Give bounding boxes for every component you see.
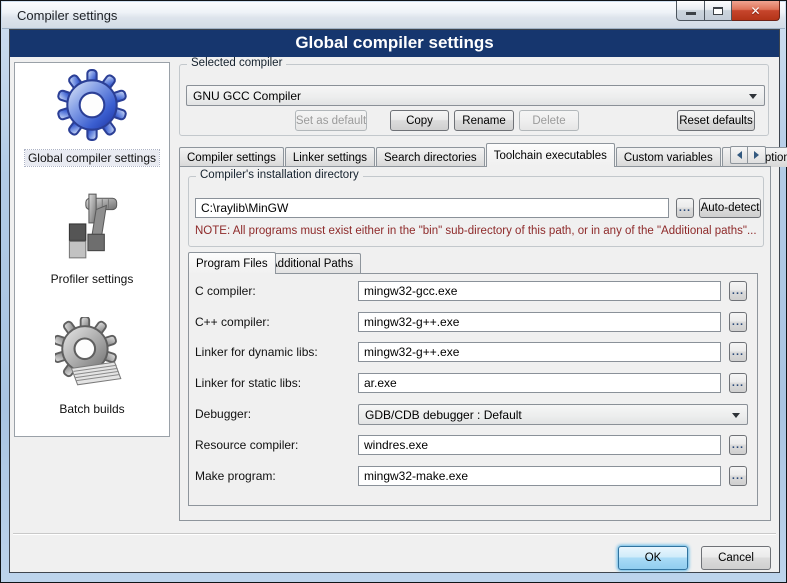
window-title: Compiler settings	[17, 8, 117, 23]
static-linker-input[interactable]	[358, 373, 721, 393]
debugger-select[interactable]: GDB/CDB debugger : Default	[358, 404, 748, 425]
title-bar: Compiler settings	[2, 2, 785, 29]
ok-button[interactable]: OK	[618, 546, 688, 570]
tab-compiler-settings[interactable]: Compiler settings	[179, 147, 284, 167]
sidebar-item-batch-builds[interactable]: Batch builds	[15, 317, 169, 417]
tab-custom-variables[interactable]: Custom variables	[616, 147, 721, 167]
page-title: Global compiler settings	[10, 30, 779, 57]
toolchain-executables-page: Compiler's installation directory ... Au…	[179, 166, 771, 521]
window-controls: ✕	[676, 1, 780, 21]
installation-directory-browse-button[interactable]: ...	[676, 198, 694, 218]
static-linker-label: Linker for static libs:	[195, 376, 301, 390]
window: Compiler settings ✕ Global compiler sett…	[0, 0, 787, 583]
blue-gear-icon	[55, 66, 129, 144]
footer-separator	[13, 533, 776, 535]
tab-scroll-control	[730, 146, 766, 164]
debugger-label: Debugger:	[195, 407, 251, 421]
compiler-select-value: GNU GCC Compiler	[193, 89, 301, 103]
installation-directory-note: NOTE: All programs must exist either in …	[195, 225, 757, 237]
reset-defaults-button[interactable]: Reset defaults	[677, 110, 755, 131]
static-linker-browse-button[interactable]: ...	[729, 373, 747, 393]
selected-compiler-group-title: Selected compiler	[187, 57, 286, 69]
sidebar-item-profiler-settings[interactable]: Profiler settings	[15, 187, 169, 287]
close-button[interactable]: ✕	[732, 1, 780, 21]
debugger-select-value: GDB/CDB debugger : Default	[365, 408, 522, 422]
sidebar-item-label: Batch builds	[56, 401, 127, 417]
minimize-icon	[686, 12, 696, 15]
sidebar-item-global-compiler-settings[interactable]: Global compiler settings	[15, 66, 169, 166]
cpp-compiler-browse-button[interactable]: ...	[729, 312, 747, 332]
dynamic-linker-label: Linker for dynamic libs:	[195, 345, 318, 359]
cpp-compiler-input[interactable]	[358, 312, 721, 332]
c-compiler-label: C compiler:	[195, 284, 256, 298]
resource-compiler-browse-button[interactable]: ...	[729, 435, 747, 455]
program-files-page: C compiler: ... C++ compiler: ... Linker…	[188, 273, 758, 506]
maximize-button[interactable]	[705, 1, 732, 21]
maximize-icon	[713, 7, 723, 15]
delete-button: Delete	[519, 110, 579, 131]
installation-directory-input[interactable]	[195, 198, 669, 218]
make-program-browse-button[interactable]: ...	[729, 466, 747, 486]
dynamic-linker-browse-button[interactable]: ...	[729, 342, 747, 362]
settings-category-sidebar: Global compiler settings	[14, 62, 170, 437]
make-program-input[interactable]	[358, 466, 721, 486]
dynamic-linker-input[interactable]	[358, 342, 721, 362]
subtab-additional-paths[interactable]: Additional Paths	[262, 253, 361, 274]
cancel-button[interactable]: Cancel	[701, 546, 771, 570]
set-as-default-button: Set as default	[295, 110, 367, 131]
tab-linker-settings[interactable]: Linker settings	[285, 147, 375, 167]
caliper-icon	[55, 187, 129, 265]
c-compiler-input[interactable]	[358, 281, 721, 301]
cpp-compiler-label: C++ compiler:	[195, 315, 270, 329]
make-program-label: Make program:	[195, 469, 276, 483]
gear-stack-icon	[55, 317, 129, 395]
minimize-button[interactable]	[676, 1, 705, 21]
arrow-left-icon	[737, 151, 742, 159]
chevron-down-icon	[749, 94, 757, 99]
settings-tab-strip: Compiler settings Linker settings Search…	[179, 143, 773, 167]
auto-detect-button[interactable]: Auto-detect	[699, 198, 761, 218]
sidebar-item-label: Global compiler settings	[25, 150, 159, 166]
rename-button[interactable]: Rename	[454, 110, 514, 131]
tab-search-directories[interactable]: Search directories	[376, 147, 485, 167]
close-icon: ✕	[750, 4, 760, 18]
tab-scroll-right-button[interactable]	[748, 146, 766, 164]
resource-compiler-input[interactable]	[358, 435, 721, 455]
installation-directory-group-title: Compiler's installation directory	[196, 169, 363, 181]
copy-button[interactable]: Copy	[390, 110, 449, 131]
sidebar-item-label: Profiler settings	[48, 271, 137, 287]
resource-compiler-label: Resource compiler:	[195, 438, 298, 452]
compiler-select[interactable]: GNU GCC Compiler	[186, 85, 765, 106]
tab-toolchain-executables[interactable]: Toolchain executables	[486, 143, 615, 167]
c-compiler-browse-button[interactable]: ...	[729, 281, 747, 301]
subtab-program-files[interactable]: Program Files	[188, 252, 276, 274]
chevron-down-icon	[732, 413, 740, 418]
selected-compiler-group: Selected compiler GNU GCC Compiler Set a…	[179, 64, 769, 136]
tab-scroll-left-button[interactable]	[730, 146, 748, 164]
installation-directory-group: Compiler's installation directory ... Au…	[188, 176, 764, 247]
arrow-right-icon	[754, 151, 759, 159]
